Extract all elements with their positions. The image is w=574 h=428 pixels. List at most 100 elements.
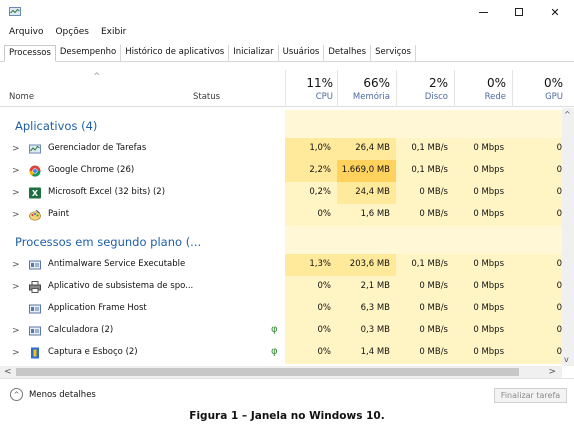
column-separator xyxy=(454,70,455,107)
scroll-left-icon[interactable]: < xyxy=(4,366,12,378)
close-button[interactable]: ✕ xyxy=(538,2,572,22)
process-row[interactable]: > Google Chrome (26) 2,2% 1.669,0 MB 0,1… xyxy=(0,160,562,182)
sort-up-icon[interactable]: ^ xyxy=(93,72,101,82)
scroll-down-icon[interactable]: v xyxy=(564,355,569,364)
process-row[interactable]: > X Microsoft Excel (32 bits) (2) 0,2% 2… xyxy=(0,182,562,204)
tab-desempenho[interactable]: Desempenho xyxy=(56,45,122,62)
horizontal-scroll-thumb[interactable] xyxy=(16,368,519,376)
scroll-right-icon[interactable]: > xyxy=(548,366,556,378)
process-name: Captura e Esboço (2) xyxy=(48,347,138,357)
tab-processos[interactable]: Processos xyxy=(4,45,56,62)
header-net-pct[interactable]: 0% xyxy=(456,76,506,90)
net-value: 0 Mbps xyxy=(473,165,504,175)
header-mem-pct[interactable]: 66% xyxy=(338,76,390,90)
process-name: Google Chrome (26) xyxy=(48,165,135,175)
disk-value: 0,1 MB/s xyxy=(411,143,448,153)
maximize-icon xyxy=(515,8,523,16)
group-shade xyxy=(285,110,562,138)
gpu-value: 0 xyxy=(556,165,562,175)
group-header-background: Processos em segundo plano (... xyxy=(0,226,562,254)
maximize-button[interactable] xyxy=(502,2,536,22)
tab-usuarios[interactable]: Usuários xyxy=(279,45,325,62)
cpu-value: 0% xyxy=(317,209,332,219)
header-cpu-pct[interactable]: 11% xyxy=(285,76,333,90)
cpu-value: 0% xyxy=(317,325,332,335)
expand-chevron-icon[interactable]: > xyxy=(12,210,20,220)
column-separator xyxy=(337,70,338,107)
net-value: 0 Mbps xyxy=(473,259,504,269)
header-status[interactable]: Status xyxy=(193,92,220,102)
less-details-button[interactable]: ^ Menos detalhes xyxy=(10,388,96,401)
cpu-value: 1,0% xyxy=(309,143,331,153)
process-name: Paint xyxy=(48,209,70,219)
gpu-value: 0 xyxy=(556,259,562,269)
cpu-value: 0% xyxy=(317,281,332,291)
minimize-button[interactable] xyxy=(466,2,500,22)
process-row[interactable]: > Antimalware Service Executable 1,3% 20… xyxy=(0,254,562,276)
tab-inicializar[interactable]: Inicializar xyxy=(229,45,279,62)
less-details-label: Menos detalhes xyxy=(29,389,96,400)
group-title-background: Processos em segundo plano (... xyxy=(15,235,202,249)
tab-historico[interactable]: Histórico de aplicativos xyxy=(121,45,230,62)
process-name: Aplicativo de subsistema de spo... xyxy=(48,281,194,291)
mem-value: 203,6 MB xyxy=(349,259,390,269)
expand-chevron-icon[interactable]: > xyxy=(12,260,20,270)
process-row[interactable]: > Paint 0% 1,6 MB 0 MB/s 0 Mbps 0 xyxy=(0,204,562,226)
suspended-leaf-icon: φ xyxy=(271,324,278,335)
column-separator xyxy=(396,70,397,107)
process-row[interactable]: > Gerenciador de Tarefas 1,0% 26,4 MB 0,… xyxy=(0,138,562,160)
header-cpu[interactable]: CPU xyxy=(285,92,333,102)
end-task-button[interactable]: Finalizar tarefa xyxy=(494,388,567,403)
footer-bar: ^ Menos detalhes Finalizar tarefa xyxy=(0,378,574,408)
net-value: 0 Mbps xyxy=(473,303,504,313)
expand-chevron-icon[interactable]: > xyxy=(12,348,20,358)
net-value: 0 Mbps xyxy=(473,209,504,219)
mem-value: 1,4 MB xyxy=(360,347,390,357)
mem-value: 1.669,0 MB xyxy=(341,165,390,175)
disk-value: 0 MB/s xyxy=(419,209,448,219)
cpu-value: 0% xyxy=(317,347,332,357)
disk-value: 0,1 MB/s xyxy=(411,165,448,175)
header-disk[interactable]: Disco xyxy=(398,92,448,102)
header-name[interactable]: Nome xyxy=(9,92,34,102)
gpu-value: 0 xyxy=(556,281,562,291)
expand-chevron-icon[interactable]: > xyxy=(12,144,20,154)
gpu-value: 0 xyxy=(556,347,562,357)
process-name: Microsoft Excel (32 bits) (2) xyxy=(48,187,166,197)
menu-arquivo[interactable]: Arquivo xyxy=(0,25,47,39)
chevron-up-circle-icon: ^ xyxy=(10,388,23,401)
menu-exibir[interactable]: Exibir xyxy=(93,25,130,39)
cpu-value: 1,3% xyxy=(309,259,331,269)
expand-chevron-icon[interactable]: > xyxy=(12,282,20,292)
tab-bar: Processos Desempenho Histórico de aplica… xyxy=(4,45,416,62)
tab-servicos[interactable]: Serviços xyxy=(371,45,416,62)
process-row[interactable]: Application Frame Host 0% 6,3 MB 0 MB/s … xyxy=(0,298,562,320)
menu-bar: Arquivo Opções Exibir xyxy=(0,25,130,39)
header-disk-pct[interactable]: 2% xyxy=(398,76,448,90)
menu-opcoes[interactable]: Opções xyxy=(47,25,92,39)
chrome-icon xyxy=(29,165,41,177)
scroll-up-icon[interactable]: ^ xyxy=(564,110,571,119)
header-gpu[interactable]: GPU xyxy=(515,92,563,102)
header-net[interactable]: Rede xyxy=(456,92,506,102)
vertical-scrollbar[interactable]: ^ v xyxy=(562,108,574,366)
group-shade xyxy=(285,226,562,254)
gpu-value: 0 xyxy=(556,209,562,219)
process-row[interactable]: > Captura e Esboço (2) φ 0% 1,4 MB 0 MB/… xyxy=(0,342,562,364)
tab-detalhes[interactable]: Detalhes xyxy=(324,45,372,62)
process-row[interactable]: > Aplicativo de subsistema de spo... 0% … xyxy=(0,276,562,298)
suspended-leaf-icon: φ xyxy=(271,346,278,357)
cpu-value: 2,2% xyxy=(309,165,331,175)
header-mem[interactable]: Memória xyxy=(338,92,390,102)
expand-chevron-icon[interactable]: > xyxy=(12,326,20,336)
disk-value: 0,1 MB/s xyxy=(411,259,448,269)
horizontal-scrollbar[interactable]: < > xyxy=(0,366,562,378)
net-value: 0 Mbps xyxy=(473,187,504,197)
tabs-divider xyxy=(0,61,574,62)
header-gpu-pct[interactable]: 0% xyxy=(515,76,563,90)
expand-chevron-icon[interactable]: > xyxy=(12,166,20,176)
disk-value: 0 MB/s xyxy=(419,325,448,335)
expand-chevron-icon[interactable]: > xyxy=(12,188,20,198)
process-row[interactable]: > Calculadora (2) φ 0% 0,3 MB 0 MB/s 0 M… xyxy=(0,320,562,342)
service-icon xyxy=(29,260,41,270)
